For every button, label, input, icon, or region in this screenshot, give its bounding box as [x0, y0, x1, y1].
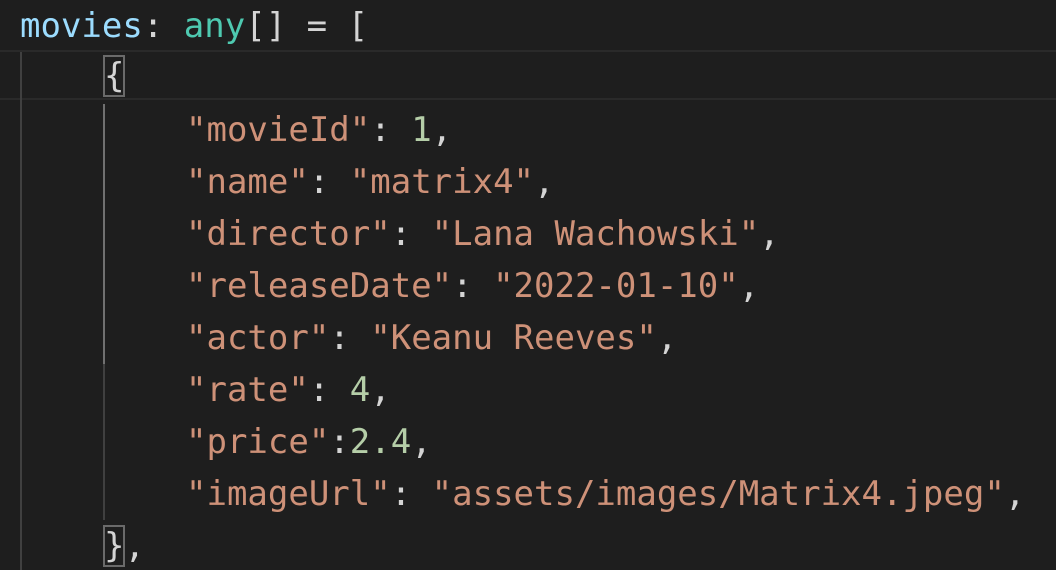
colon-token: :: [142, 6, 164, 46]
code-line-object-close: },: [102, 520, 1056, 570]
code-line-field: "imageUrl": "assets/images/Matrix4.jpeg"…: [186, 468, 1056, 520]
indent-guide: [20, 52, 22, 570]
field-key: "imageUrl": [186, 474, 391, 514]
type-annotation: any: [183, 6, 246, 46]
field-separator: :: [308, 370, 350, 410]
field-comma: ,: [656, 318, 678, 358]
code-line-field: "price":2.4,: [186, 416, 1056, 468]
field-separator: :: [390, 474, 432, 514]
code-line-field: "releaseDate": "2022-01-10",: [186, 260, 1056, 312]
field-value: "2022-01-10": [493, 266, 739, 306]
field-key: "name": [186, 162, 309, 202]
trailing-comma: ,: [124, 526, 145, 566]
variable-name: movies: [20, 6, 143, 46]
field-comma: ,: [1004, 474, 1026, 514]
field-key: "actor": [186, 318, 330, 358]
code-editor[interactable]: movies: any[] = [ { "movieId": 1, "name"…: [0, 0, 1056, 570]
field-value: 4: [349, 370, 371, 410]
code-line-field: "name": "matrix4",: [186, 156, 1056, 208]
field-comma: ,: [431, 110, 453, 150]
field-value: "Keanu Reeves": [370, 318, 657, 358]
field-comma: ,: [534, 162, 555, 202]
field-separator: :: [390, 214, 432, 254]
field-key: "price": [186, 422, 330, 462]
field-value: "matrix4": [349, 162, 535, 202]
field-key: "director": [186, 214, 391, 254]
field-separator: :: [308, 162, 350, 202]
field-comma: ,: [738, 266, 760, 306]
field-separator: :: [329, 318, 371, 358]
indent-guide: [103, 364, 105, 520]
field-comma: ,: [370, 370, 391, 410]
field-value: 2.4: [349, 422, 412, 462]
code-line-field: "movieId": 1,: [186, 104, 1056, 156]
field-key: "releaseDate": [186, 266, 453, 306]
field-comma: ,: [759, 214, 780, 254]
field-key: "movieId": [186, 110, 371, 150]
field-separator: :: [370, 110, 412, 150]
code-line-field: "actor": "Keanu Reeves",: [186, 312, 1056, 364]
object-open-brace: {: [102, 55, 126, 97]
field-value: "Lana Wachowski": [431, 214, 760, 254]
field-separator: :: [452, 266, 494, 306]
code-line-object-open: {: [102, 50, 1056, 102]
equals-token: =: [306, 6, 328, 46]
field-value: "assets/images/Matrix4.jpeg": [431, 474, 1005, 514]
array-open-token: [: [347, 6, 369, 46]
field-value: 1: [411, 110, 432, 150]
code-line-field: "director": "Lana Wachowski",: [186, 208, 1056, 260]
indent-guide-active: [103, 104, 105, 364]
field-comma: ,: [411, 422, 432, 462]
object-close-brace: }: [102, 525, 126, 567]
field-key: "rate": [186, 370, 309, 410]
array-brackets-token: []: [245, 6, 287, 46]
field-separator: :: [329, 422, 350, 462]
code-line-declaration: movies: any[] = [: [20, 0, 1056, 52]
code-line-field: "rate": 4,: [186, 364, 1056, 416]
